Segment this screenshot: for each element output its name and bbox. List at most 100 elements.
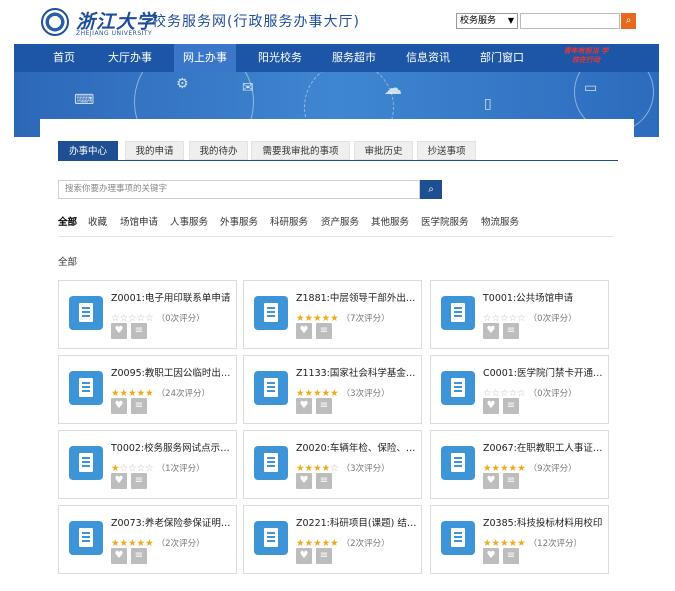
favorite-heart-icon[interactable]: ♥: [296, 548, 312, 564]
scope-select-value: 校务服务: [460, 16, 497, 26]
document-icon: [69, 521, 103, 555]
details-document-icon[interactable]: ≡: [503, 323, 519, 339]
service-title[interactable]: Z1881:中层领导干部外出报...: [296, 290, 418, 304]
tab-my-applications[interactable]: 我的申请: [125, 141, 184, 160]
service-card[interactable]: Z0385:科技投标材料用校印 ★★★★★ （12次评分） ♥ ≡: [430, 505, 609, 574]
details-document-icon[interactable]: ≡: [131, 323, 147, 339]
favorite-heart-icon[interactable]: ♥: [483, 323, 499, 339]
category-all[interactable]: 全部: [58, 214, 77, 228]
service-title[interactable]: T0001:公共场馆申请: [483, 290, 605, 304]
favorite-heart-icon[interactable]: ♥: [483, 398, 499, 414]
favorite-heart-icon[interactable]: ♥: [483, 548, 499, 564]
university-logo-en: ZHEJIANG UNIVERSITY: [76, 30, 153, 37]
tab-to-approve[interactable]: 需要我审批的事项: [251, 141, 350, 160]
service-card[interactable]: Z0221:科研项目(课题) 结题... ★★★★★ （2次评分） ♥ ≡: [243, 505, 422, 574]
favorite-heart-icon[interactable]: ♥: [296, 323, 312, 339]
category-favorites[interactable]: 收藏: [88, 214, 107, 228]
tab-cc-items[interactable]: 抄送事项: [417, 141, 476, 160]
top-search-input[interactable]: [520, 13, 620, 29]
service-card[interactable]: Z0001:电子用印联系单申请 ☆☆☆☆☆ （0次评分） ♥ ≡: [58, 280, 237, 349]
tab-approval-history[interactable]: 审批历史: [354, 141, 413, 160]
details-document-icon[interactable]: ≡: [316, 323, 332, 339]
service-rating: ☆☆☆☆☆ （0次评分）: [483, 381, 577, 399]
document-icon: [441, 296, 475, 330]
rating-count: （3次评分）: [341, 389, 390, 399]
main-nav: 首页 大厅办事 网上办事 阳光校务 服务超市 信息资讯 部门窗口 青年有担当 学…: [14, 44, 659, 72]
nav-item-hall[interactable]: 大厅办事: [100, 44, 160, 72]
details-document-icon[interactable]: ≡: [503, 548, 519, 564]
rating-count: （12次评分）: [528, 539, 582, 549]
details-document-icon[interactable]: ≡: [131, 548, 147, 564]
service-title[interactable]: Z0067:在职教职工人事证明...: [483, 440, 605, 454]
service-rating: ★★★★★ （12次评分）: [483, 531, 582, 549]
service-rating: ★★★★★ （7次评分）: [296, 306, 390, 324]
nav-item-sunshine[interactable]: 阳光校务: [250, 44, 310, 72]
category-logistics[interactable]: 物流服务: [481, 214, 519, 228]
service-card[interactable]: Z1133:国家社会科学基金常... ★★★★★ （3次评分） ♥ ≡: [243, 355, 422, 424]
service-title[interactable]: Z0095:教职工因公临时出国...: [111, 365, 233, 379]
category-medical[interactable]: 医学院服务: [421, 214, 469, 228]
service-title[interactable]: Z0020:车辆年检、保险、保...: [296, 440, 418, 454]
main-panel: 办事中心 我的申请 我的待办 需要我审批的事项 审批历史 抄送事项 搜索你要办理…: [40, 119, 634, 591]
university-seal-icon[interactable]: [41, 8, 69, 36]
service-title[interactable]: C0001:医学院门禁卡开通申请: [483, 365, 605, 379]
favorite-heart-icon[interactable]: ♥: [111, 473, 127, 489]
service-card[interactable]: Z0073:养老保险参保证明打... ★★★★★ （2次评分） ♥ ≡: [58, 505, 237, 574]
service-search-input[interactable]: 搜索你要办理事项的关键字: [58, 180, 420, 199]
service-title[interactable]: Z0385:科技投标材料用校印: [483, 515, 605, 529]
service-card[interactable]: Z0095:教职工因公临时出国... ★★★★★ （24次评分） ♥ ≡: [58, 355, 237, 424]
rating-count: （9次评分）: [528, 464, 577, 474]
nav-item-departments[interactable]: 部门窗口: [472, 44, 532, 72]
favorite-heart-icon[interactable]: ♥: [296, 398, 312, 414]
service-rating: ★★★★★ （24次评分）: [111, 381, 210, 399]
service-rating: ★★★★☆ （3次评分）: [296, 456, 390, 474]
service-title[interactable]: Z0073:养老保险参保证明打...: [111, 515, 233, 529]
service-card[interactable]: T0002:校务服务网试点示范... ★☆☆☆☆ （1次评分） ♥ ≡: [58, 430, 237, 499]
rating-count: （2次评分）: [156, 539, 205, 549]
top-search-button[interactable]: ⌕: [621, 13, 636, 29]
dropdown-arrow-icon: ▼: [507, 16, 514, 25]
service-card[interactable]: T0001:公共场馆申请 ☆☆☆☆☆ （0次评分） ♥ ≡: [430, 280, 609, 349]
favorite-heart-icon[interactable]: ♥: [111, 323, 127, 339]
service-title[interactable]: Z0221:科研项目(课题) 结题...: [296, 515, 418, 529]
details-document-icon[interactable]: ≡: [503, 473, 519, 489]
nav-item-home[interactable]: 首页: [42, 44, 86, 72]
category-assets[interactable]: 资产服务: [321, 214, 359, 228]
service-title[interactable]: T0002:校务服务网试点示范...: [111, 440, 233, 454]
service-rating: ★★★★★ （9次评分）: [483, 456, 577, 474]
page: 浙江大学 ZHEJIANG UNIVERSITY 校务服务网(行政服务办事大厅)…: [0, 0, 675, 591]
service-search-button[interactable]: ⌕: [420, 180, 442, 199]
service-title[interactable]: Z1133:国家社会科学基金常...: [296, 365, 418, 379]
favorite-heart-icon[interactable]: ♥: [296, 473, 312, 489]
favorite-heart-icon[interactable]: ♥: [483, 473, 499, 489]
details-document-icon[interactable]: ≡: [503, 398, 519, 414]
service-title[interactable]: Z0001:电子用印联系单申请: [111, 290, 233, 304]
nav-item-online[interactable]: 网上办事: [174, 44, 236, 72]
category-foreign-affairs[interactable]: 外事服务: [220, 214, 258, 228]
service-card[interactable]: C0001:医学院门禁卡开通申请 ☆☆☆☆☆ （0次评分） ♥ ≡: [430, 355, 609, 424]
category-other[interactable]: 其他服务: [371, 214, 409, 228]
category-research[interactable]: 科研服务: [270, 214, 308, 228]
document-icon: [254, 521, 288, 555]
details-document-icon[interactable]: ≡: [131, 398, 147, 414]
category-venue[interactable]: 场馆申请: [120, 214, 158, 228]
details-document-icon[interactable]: ≡: [316, 398, 332, 414]
details-document-icon[interactable]: ≡: [131, 473, 147, 489]
service-card[interactable]: Z0020:车辆年检、保险、保... ★★★★☆ （3次评分） ♥ ≡: [243, 430, 422, 499]
favorite-heart-icon[interactable]: ♥: [111, 548, 127, 564]
rating-count: （24次评分）: [156, 389, 210, 399]
details-document-icon[interactable]: ≡: [316, 548, 332, 564]
scope-select[interactable]: 校务服务 ▼: [456, 13, 518, 29]
document-icon: [69, 296, 103, 330]
category-hr[interactable]: 人事服务: [170, 214, 208, 228]
service-card[interactable]: Z1881:中层领导干部外出报... ★★★★★ （7次评分） ♥ ≡: [243, 280, 422, 349]
tab-my-todo[interactable]: 我的待办: [189, 141, 248, 160]
tab-service-center[interactable]: 办事中心: [58, 141, 118, 160]
favorite-heart-icon[interactable]: ♥: [111, 398, 127, 414]
rating-count: （7次评分）: [341, 314, 390, 324]
nav-item-market[interactable]: 服务超市: [324, 44, 384, 72]
details-document-icon[interactable]: ≡: [316, 473, 332, 489]
document-icon: [69, 446, 103, 480]
service-card[interactable]: Z0067:在职教职工人事证明... ★★★★★ （9次评分） ♥ ≡: [430, 430, 609, 499]
nav-item-news[interactable]: 信息资讯: [398, 44, 458, 72]
